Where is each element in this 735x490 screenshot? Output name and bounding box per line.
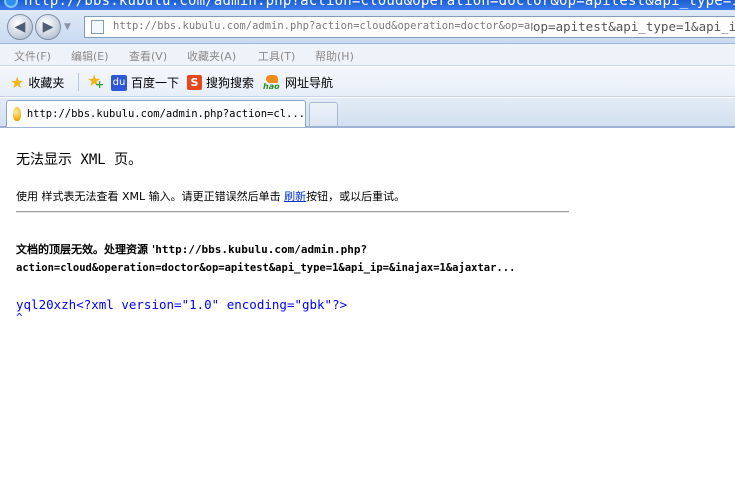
error-desc-text-end: 按钮，或以后重试。 <box>306 190 406 203</box>
favorites-label: 收藏夹 <box>28 76 65 90</box>
error-detail-url-continued: action=cloud&operation=doctor&op=apitest… <box>16 262 516 274</box>
divider <box>16 211 569 213</box>
favorites-button[interactable]: ★ 收藏夹 <box>10 74 64 91</box>
forward-button[interactable]: ▶ <box>35 14 61 40</box>
fav-link-baidu[interactable]: du 百度一下 <box>111 74 179 91</box>
fav-link-hao[interactable]: hao 网址导航 <box>263 74 333 91</box>
favorites-star-icon: ★ <box>10 72 25 92</box>
window-title: http://bbs.kubulu.com/admin.php?action=c… <box>24 0 735 9</box>
menu-bar: 文件(F) 编辑(E) 查看(V) 收藏夹(A) 工具(T) 帮助(H) <box>0 44 735 66</box>
fav-link-label: 网址导航 <box>285 76 334 90</box>
error-detail: 文档的顶层无效。处理资源 'http://bbs.kubulu.com/admi… <box>16 241 367 257</box>
error-description: 使用 样式表无法查看 XML 输入。请更正错误然后单击 刷新按钮，或以后重试。 <box>16 188 405 204</box>
menu-tools[interactable]: 工具(T) <box>258 48 295 64</box>
menu-favorites[interactable]: 收藏夹(A) <box>187 48 236 64</box>
error-detail-url: http://bbs.kubulu.com/admin.php? <box>155 243 368 256</box>
fav-link-label: 百度一下 <box>131 76 180 90</box>
error-detail-prefix: 文档的顶层无效。处理资源 ' <box>16 243 156 256</box>
add-favorite-icon: ★ <box>87 73 104 93</box>
menu-edit[interactable]: 编辑(E) <box>71 48 109 64</box>
hao-icon: hao <box>263 74 281 91</box>
add-to-favorites-button[interactable]: ★ <box>87 73 104 93</box>
tab-active[interactable]: http://bbs.kubulu.com/admin.php?action=c… <box>6 100 306 127</box>
ie-logo-icon <box>4 0 18 8</box>
page-icon <box>91 20 104 34</box>
page-content: 无法显示 XML 页。 使用 样式表无法查看 XML 输入。请更正错误然后单击 … <box>0 130 735 490</box>
back-arrow-icon: ◀ <box>14 19 26 35</box>
history-dropdown-icon[interactable]: ▼ <box>64 22 71 32</box>
baidu-icon: du <box>111 74 127 91</box>
source-text: yql20xzh<?xml version="1.0" encoding="gb… <box>16 297 348 312</box>
forward-arrow-icon: ▶ <box>42 19 54 35</box>
tab-label: http://bbs.kubulu.com/admin.php?action=c… <box>26 108 305 120</box>
error-title: 无法显示 XML 页。 <box>16 152 143 168</box>
menu-help[interactable]: 帮助(H) <box>315 48 354 64</box>
error-desc-text: 使用 样式表无法查看 XML 输入。请更正错误然后单击 <box>16 190 285 203</box>
address-bar[interactable]: http://bbs.kubulu.com/admin.php?action=c… <box>84 16 735 38</box>
fav-link-sogou[interactable]: S 搜狗搜索 <box>187 74 254 91</box>
sogou-icon: S <box>187 75 202 90</box>
favorites-separator <box>78 73 79 91</box>
new-tab-button[interactable] <box>309 102 338 126</box>
address-url-overflow: op=apitest&api_type=1&api_ip <box>533 19 735 34</box>
address-url[interactable]: http://bbs.kubulu.com/admin.php?action=c… <box>113 20 556 32</box>
menu-file[interactable]: 文件(F) <box>14 48 51 64</box>
refresh-link[interactable]: 刷新 <box>284 190 306 203</box>
ie-page-icon <box>13 107 21 121</box>
navigation-bar: ◀ ▶ ▼ http://bbs.kubulu.com/admin.php?ac… <box>0 10 735 44</box>
fav-link-label: 搜狗搜索 <box>206 76 255 90</box>
window-title-bar: http://bbs.kubulu.com/admin.php?action=c… <box>0 0 735 10</box>
favorites-bar: ★ 收藏夹 ★ du 百度一下 S 搜狗搜索 hao 网址导航 <box>0 67 735 97</box>
back-button[interactable]: ◀ <box>7 14 33 40</box>
menu-view[interactable]: 查看(V) <box>129 48 167 64</box>
tab-strip: http://bbs.kubulu.com/admin.php?action=c… <box>0 98 735 128</box>
error-position-caret: ^ <box>16 311 23 324</box>
